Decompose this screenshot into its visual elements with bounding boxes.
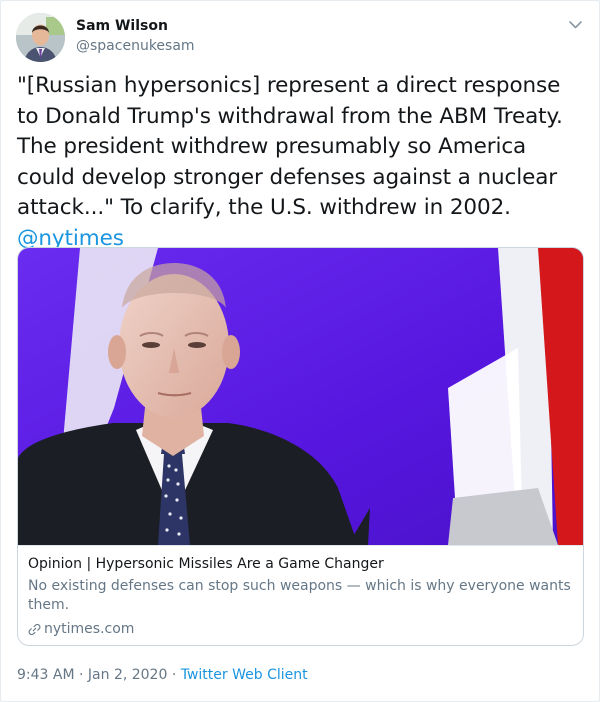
avatar[interactable] [16,13,65,62]
link-card[interactable]: Opinion | Hypersonic Missiles Are a Game… [17,247,584,646]
card-domain-text: nytimes.com [44,621,135,637]
separator: · [79,667,84,683]
tweet: Sam Wilson @spacenukesam "[Russian hyper… [0,0,600,702]
card-image [18,248,583,545]
tweet-date[interactable]: Jan 2, 2020 [88,667,167,683]
card-body: Opinion | Hypersonic Missiles Are a Game… [18,545,583,639]
tweet-time[interactable]: 9:43 AM [17,667,75,683]
chevron-down-icon [568,21,582,29]
separator: · [171,667,177,683]
handle[interactable]: @spacenukesam [76,38,195,54]
card-description: No existing defenses can stop such weapo… [28,578,571,613]
tweet-footer: 9:43 AM · Jan 2, 2020 · Twitter Web Clie… [17,667,308,683]
card-domain[interactable]: nytimes.com [28,620,573,639]
client-link[interactable]: Twitter Web Client [181,667,308,683]
card-title[interactable]: Opinion | Hypersonic Missiles Are a Game… [28,555,573,574]
avatar-image [16,13,65,62]
display-name[interactable]: Sam Wilson [76,18,168,34]
tweet-body: "[Russian hypersonics] represent a direc… [17,73,563,220]
link-icon [28,623,41,636]
tweet-text: "[Russian hypersonics] represent a direc… [17,71,585,254]
caret-menu-button[interactable] [565,15,585,35]
